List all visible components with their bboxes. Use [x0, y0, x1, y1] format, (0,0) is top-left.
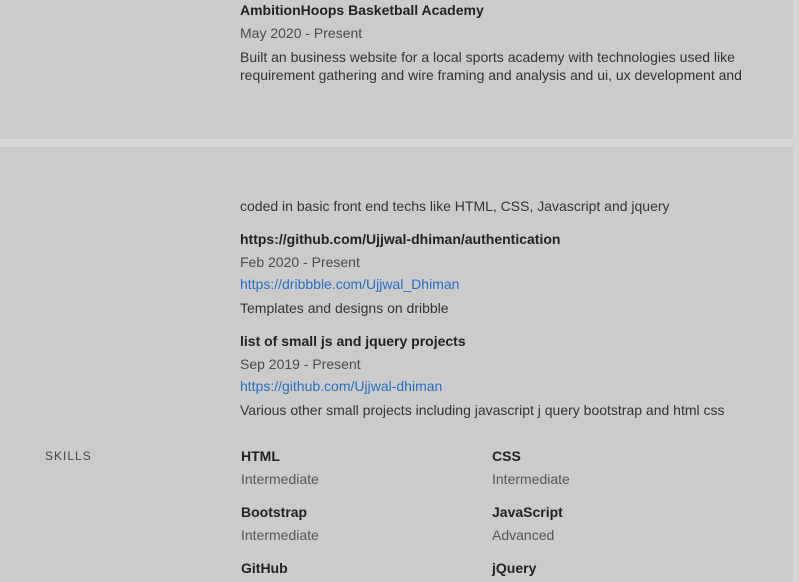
skill-name: GitHub: [241, 560, 288, 576]
skill-level: Advanced: [492, 527, 555, 543]
experience-description-line: Built an business website for a local sp…: [240, 49, 735, 65]
resume-page: AmbitionHoops Basketball Academy May 202…: [0, 0, 799, 582]
skill-level: Intermediate: [241, 471, 319, 487]
project-date: Sep 2019 - Present: [240, 356, 361, 372]
experience-description-line: requirement gathering and wire framing a…: [240, 67, 742, 83]
skill-name: jQuery: [492, 560, 537, 576]
page-break: [0, 139, 799, 147]
page-edge: [793, 0, 799, 582]
project-link[interactable]: https://github.com/Ujjwal-dhiman: [240, 378, 442, 394]
skill-name: Bootstrap: [241, 504, 308, 520]
skill-level: Intermediate: [241, 527, 319, 543]
skills-section-label: SKILLS: [45, 449, 92, 463]
project-title: https://github.com/Ujjwal-dhiman/authent…: [240, 231, 561, 247]
skill-name: CSS: [492, 448, 521, 464]
experience-title: AmbitionHoops Basketball Academy: [240, 2, 484, 18]
experience-date: May 2020 - Present: [240, 25, 363, 41]
skill-level: Intermediate: [492, 471, 570, 487]
project-description: Templates and designs on dribble: [240, 300, 449, 316]
skill-name: JavaScript: [492, 504, 563, 520]
project-link[interactable]: https://dribbble.com/Ujjwal_Dhiman: [240, 276, 459, 292]
experience-description-line: coded in basic front end techs like HTML…: [240, 198, 670, 214]
project-description: Various other small projects including j…: [240, 402, 725, 418]
skill-name: HTML: [241, 448, 280, 464]
project-title: list of small js and jquery projects: [240, 333, 466, 349]
project-date: Feb 2020 - Present: [240, 254, 360, 270]
